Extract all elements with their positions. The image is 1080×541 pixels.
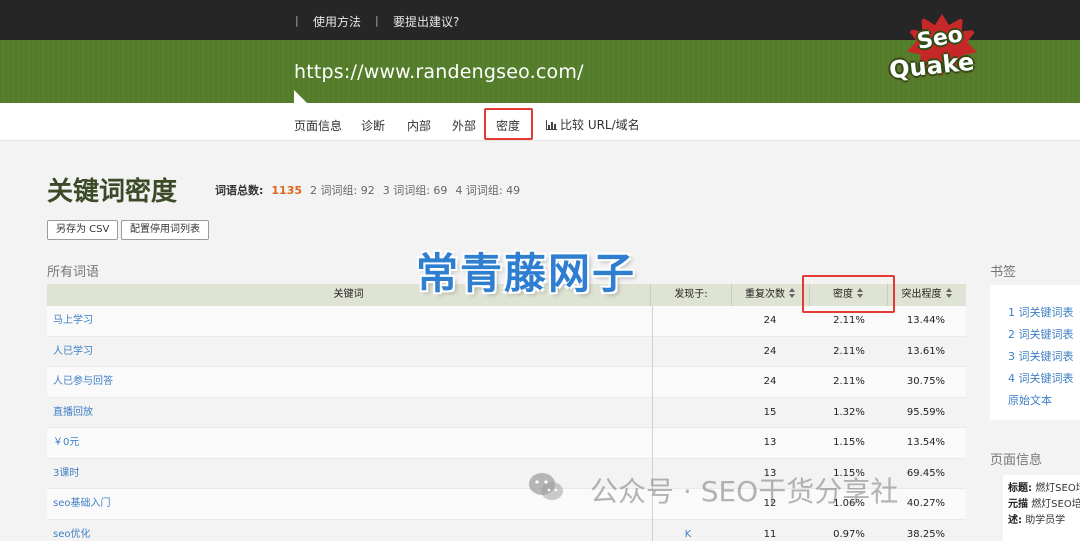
keyword-link[interactable]: 马上学习 [53, 306, 93, 336]
col-found: 发现于: [651, 284, 732, 306]
keyword-link[interactable]: seo优化 [53, 520, 90, 541]
prominence-value: 40.27% [906, 498, 946, 509]
two-word-groups: 2 词词组: 92 [310, 184, 375, 197]
repeat-count: 24 [763, 315, 777, 326]
logo-text-quake: Quake [887, 47, 976, 85]
repeat-count: 24 [763, 376, 777, 387]
density-value: 2.11% [833, 345, 865, 357]
table-row: ￥0元 13 1.15% 13.54% [47, 428, 966, 459]
density-value: 1.32% [833, 406, 865, 418]
found-in[interactable]: K [651, 520, 725, 541]
found-in [651, 398, 725, 428]
bookmark-4-word[interactable]: 4 词关键词表 [1008, 370, 1074, 386]
tab-diagnosis[interactable]: 诊断 [361, 117, 385, 134]
prominence-value: 69.45% [906, 467, 946, 479]
keyword-link[interactable]: ￥0元 [53, 428, 79, 458]
word-stats: 词语总数: 1135 2 词词组: 92 3 词词组: 69 4 词词组: 49 [215, 182, 528, 198]
header-notch [294, 90, 307, 103]
found-in [651, 337, 725, 367]
page-info-value: 助学员学 [1025, 515, 1066, 526]
keyword-link[interactable]: 3课时 [53, 459, 79, 489]
keyword-link[interactable]: 直播回放 [53, 398, 93, 428]
col-prominence[interactable]: 突出程度 [888, 284, 966, 306]
table-row: 人已参与回答 24 2.11% 30.75% [47, 367, 966, 398]
keyword-link[interactable]: 人已学习 [53, 337, 93, 367]
page-info-title: 页面信息 [990, 453, 1043, 468]
keyword-link[interactable]: 人已参与回答 [53, 367, 113, 397]
col-prominence-label: 突出程度 [901, 289, 942, 300]
table-row: 直播回放 15 1.32% 95.59% [47, 397, 966, 428]
page-info-panel: 标题: 燃灯SEO培 元描 燃灯SEO培 述: 助学员学 [1003, 475, 1080, 541]
repeat-count: 15 [763, 406, 777, 418]
prominence-value: 38.25% [906, 528, 946, 540]
tab-page-info[interactable]: 页面信息 [294, 117, 342, 134]
sort-icon [945, 288, 953, 298]
found-in [651, 367, 725, 397]
col-found-label: 发现于: [674, 289, 708, 300]
stats-label: 词语总数: [215, 184, 264, 197]
four-word-groups: 4 词词组: 49 [455, 184, 521, 197]
col-keyword-label: 关键词 [333, 289, 364, 300]
col-repeat[interactable]: 重复次数 [732, 284, 810, 306]
prominence-value: 13.44% [906, 315, 946, 326]
prominence-value: 30.75% [906, 376, 946, 387]
nav-bar [0, 103, 1080, 141]
page-info-value: 燃灯SEO培 [1031, 499, 1080, 510]
seoquake-logo[interactable]: Seo Quake [887, 14, 992, 90]
page-title: 关键词密度 [47, 177, 178, 207]
wechat-icon [529, 473, 563, 500]
tab-compare-label: 比较 URL/域名 [560, 118, 640, 132]
tab-external[interactable]: 外部 [452, 117, 476, 134]
stopwords-config-button[interactable]: 配置停用词列表 [121, 220, 209, 240]
page-info-row: 标题: 燃灯SEO培 [1008, 481, 1080, 497]
bar-chart-icon [546, 120, 557, 130]
prominence-value: 13.61% [906, 345, 946, 357]
page-info-label: 述: [1008, 515, 1022, 526]
page-url: https://www.randengseo.com/ [294, 61, 584, 83]
page-info-value: 燃灯SEO培 [1035, 483, 1080, 494]
all-words-label: 所有词语 [47, 265, 100, 280]
bookmark-2-word[interactable]: 2 词关键词表 [1008, 326, 1074, 342]
tab-internal[interactable]: 内部 [407, 117, 431, 134]
found-in [651, 428, 725, 458]
table-row: 人已学习 24 2.11% 13.61% [47, 336, 966, 367]
separator: | [375, 14, 379, 27]
tab-compare[interactable]: 比较 URL/域名 [546, 116, 640, 133]
three-word-groups: 3 词词组: 69 [382, 184, 448, 197]
page-info-label: 元描 [1008, 499, 1028, 510]
sort-icon [789, 288, 796, 298]
page-info-row: 述: 助学员学 [1008, 513, 1080, 529]
repeat-count: 13 [763, 437, 777, 448]
page-info-row: 元描 燃灯SEO培 [1008, 497, 1080, 513]
bookmarks-title: 书签 [990, 265, 1017, 280]
save-csv-button[interactable]: 另存为 CSV [47, 220, 119, 240]
repeat-count: 11 [763, 528, 777, 540]
prominence-value: 13.54% [906, 437, 946, 448]
help-link[interactable]: 使用方法 [313, 13, 361, 30]
density-value: 0.97% [833, 528, 865, 540]
found-in [651, 306, 725, 336]
col-repeat-label: 重复次数 [745, 289, 785, 300]
density-value: 2.11% [833, 376, 865, 387]
density-tab-highlight [484, 108, 533, 140]
bookmark-raw-text[interactable]: 原始文本 [1008, 392, 1052, 408]
separator: | [295, 14, 299, 27]
bookmark-1-word[interactable]: 1 词关键词表 [1008, 304, 1074, 320]
suggest-link[interactable]: 要提出建议? [393, 13, 459, 30]
bookmark-3-word[interactable]: 3 词关键词表 [1008, 348, 1074, 364]
page-info-label: 标题: [1008, 483, 1032, 494]
density-value: 1.15% [833, 437, 865, 448]
table-row: seo优化 K 11 0.97% 38.25% [47, 519, 966, 541]
repeat-count: 24 [763, 345, 777, 357]
keyword-link[interactable]: seo基础入门 [53, 489, 110, 519]
prominence-value: 95.59% [906, 406, 946, 418]
density-column-highlight [802, 275, 895, 313]
site-watermark: 常青藤网子 [416, 249, 637, 298]
total-words: 1135 [271, 184, 303, 197]
wechat-watermark-text: 公众号 · SEO干货分享社 [590, 475, 899, 508]
